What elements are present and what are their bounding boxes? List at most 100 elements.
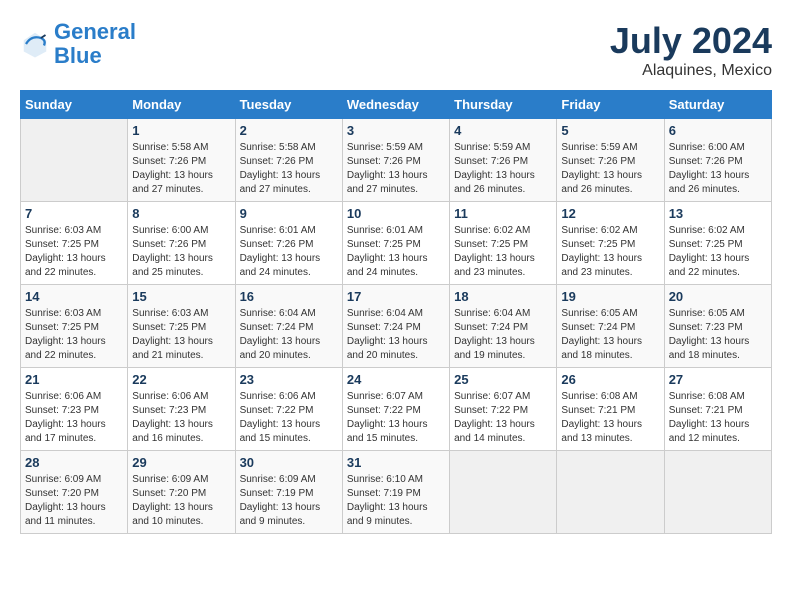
calendar-cell: 5 Sunrise: 5:59 AMSunset: 7:26 PMDaylight…	[557, 119, 664, 202]
day-info: Sunrise: 6:04 AMSunset: 7:24 PMDaylight:…	[454, 307, 552, 363]
calendar-week-1: 1 Sunrise: 5:58 AMSunset: 7:26 PMDaylight…	[21, 119, 772, 202]
day-info: Sunrise: 6:05 AMSunset: 7:23 PMDaylight:…	[669, 307, 767, 363]
calendar-cell: 27 Sunrise: 6:08 AMSunset: 7:21 PMDayligh…	[664, 368, 771, 451]
day-info: Sunrise: 6:06 AMSunset: 7:23 PMDaylight:…	[25, 390, 123, 446]
calendar-cell: 4Sunrise: 5:59 AMSunset: 7:26 PMDaylight…	[450, 119, 557, 202]
day-number: 29	[132, 455, 230, 470]
calendar-cell: 19 Sunrise: 6:05 AMSunset: 7:24 PMDayligh…	[557, 285, 664, 368]
day-info: Sunrise: 6:06 AMSunset: 7:22 PMDaylight:…	[240, 390, 338, 446]
logo-line2: Blue	[54, 43, 102, 68]
day-number: 16	[240, 289, 338, 304]
calendar-cell: 15 Sunrise: 6:03 AMSunset: 7:25 PMDayligh…	[128, 285, 235, 368]
day-number: 28	[25, 455, 123, 470]
calendar-cell: 23 Sunrise: 6:06 AMSunset: 7:22 PMDayligh…	[235, 368, 342, 451]
col-friday: Friday	[557, 91, 664, 119]
day-number: 12	[561, 206, 659, 221]
day-info: Sunrise: 6:02 AMSunset: 7:25 PMDaylight:…	[561, 224, 659, 280]
day-info: Sunrise: 6:03 AMSunset: 7:25 PMDaylight:…	[25, 224, 123, 280]
calendar-cell: 7 Sunrise: 6:03 AMSunset: 7:25 PMDaylight…	[21, 202, 128, 285]
day-info: Sunrise: 6:03 AMSunset: 7:25 PMDaylight:…	[132, 307, 230, 363]
day-info: Sunrise: 6:00 AMSunset: 7:26 PMDaylight:…	[132, 224, 230, 280]
title-block: July 2024 Alaquines, Mexico	[610, 20, 772, 80]
day-info: Sunrise: 5:58 AMSunset: 7:26 PMDaylight:…	[132, 141, 230, 197]
day-number: 13	[669, 206, 767, 221]
calendar-cell: 12 Sunrise: 6:02 AMSunset: 7:25 PMDayligh…	[557, 202, 664, 285]
day-number: 25	[454, 372, 552, 387]
calendar-cell: 14 Sunrise: 6:03 AMSunset: 7:25 PMDayligh…	[21, 285, 128, 368]
day-number: 7	[25, 206, 123, 221]
day-info: Sunrise: 6:03 AMSunset: 7:25 PMDaylight:…	[25, 307, 123, 363]
calendar-cell: 16Sunrise: 6:04 AMSunset: 7:24 PMDayligh…	[235, 285, 342, 368]
col-sunday: Sunday	[21, 91, 128, 119]
day-number: 15	[132, 289, 230, 304]
day-info: Sunrise: 6:07 AMSunset: 7:22 PMDaylight:…	[347, 390, 445, 446]
day-number: 24	[347, 372, 445, 387]
calendar-header: Sunday Monday Tuesday Wednesday Thursday…	[21, 91, 772, 119]
day-info: Sunrise: 6:08 AMSunset: 7:21 PMDaylight:…	[669, 390, 767, 446]
calendar-cell: 30Sunrise: 6:09 AMSunset: 7:19 PMDayligh…	[235, 451, 342, 534]
day-number: 21	[25, 372, 123, 387]
calendar-cell: 17Sunrise: 6:04 AMSunset: 7:24 PMDayligh…	[342, 285, 449, 368]
calendar-cell: 28 Sunrise: 6:09 AMSunset: 7:20 PMDayligh…	[21, 451, 128, 534]
calendar-cell: 1 Sunrise: 5:58 AMSunset: 7:26 PMDaylight…	[128, 119, 235, 202]
col-thursday: Thursday	[450, 91, 557, 119]
day-number: 9	[240, 206, 338, 221]
calendar-cell	[21, 119, 128, 202]
day-info: Sunrise: 5:59 AMSunset: 7:26 PMDaylight:…	[454, 141, 552, 197]
day-number: 20	[669, 289, 767, 304]
calendar-cell	[450, 451, 557, 534]
day-number: 5	[561, 123, 659, 138]
calendar-cell: 10 Sunrise: 6:01 AMSunset: 7:25 PMDayligh…	[342, 202, 449, 285]
calendar-cell: 21 Sunrise: 6:06 AMSunset: 7:23 PMDayligh…	[21, 368, 128, 451]
day-info: Sunrise: 6:01 AMSunset: 7:26 PMDaylight:…	[240, 224, 338, 280]
day-number: 23	[240, 372, 338, 387]
day-info: Sunrise: 6:09 AMSunset: 7:20 PMDaylight:…	[132, 473, 230, 529]
day-number: 19	[561, 289, 659, 304]
calendar-cell: 31 Sunrise: 6:10 AMSunset: 7:19 PMDayligh…	[342, 451, 449, 534]
day-number: 10	[347, 206, 445, 221]
calendar-cell: 9 Sunrise: 6:01 AMSunset: 7:26 PMDaylight…	[235, 202, 342, 285]
day-number: 14	[25, 289, 123, 304]
calendar-cell: 25 Sunrise: 6:07 AMSunset: 7:22 PMDayligh…	[450, 368, 557, 451]
main-title: July 2024	[610, 20, 772, 62]
calendar-cell: 20 Sunrise: 6:05 AMSunset: 7:23 PMDayligh…	[664, 285, 771, 368]
calendar-table: Sunday Monday Tuesday Wednesday Thursday…	[20, 90, 772, 534]
logo: General Blue	[20, 20, 136, 68]
calendar-cell: 13 Sunrise: 6:02 AMSunset: 7:25 PMDayligh…	[664, 202, 771, 285]
subtitle: Alaquines, Mexico	[610, 62, 772, 80]
calendar-cell: 8 Sunrise: 6:00 AMSunset: 7:26 PMDaylight…	[128, 202, 235, 285]
day-number: 30	[240, 455, 338, 470]
day-number: 8	[132, 206, 230, 221]
day-info: Sunrise: 6:02 AMSunset: 7:25 PMDaylight:…	[669, 224, 767, 280]
calendar-week-5: 28 Sunrise: 6:09 AMSunset: 7:20 PMDayligh…	[21, 451, 772, 534]
calendar-cell: 6 Sunrise: 6:00 AMSunset: 7:26 PMDaylight…	[664, 119, 771, 202]
day-number: 27	[669, 372, 767, 387]
day-info: Sunrise: 6:05 AMSunset: 7:24 PMDaylight:…	[561, 307, 659, 363]
day-info: Sunrise: 6:07 AMSunset: 7:22 PMDaylight:…	[454, 390, 552, 446]
col-tuesday: Tuesday	[235, 91, 342, 119]
day-number: 11	[454, 206, 552, 221]
calendar-cell	[664, 451, 771, 534]
day-info: Sunrise: 5:59 AMSunset: 7:26 PMDaylight:…	[561, 141, 659, 197]
day-number: 17	[347, 289, 445, 304]
calendar-cell: 3 Sunrise: 5:59 AMSunset: 7:26 PMDaylight…	[342, 119, 449, 202]
day-info: Sunrise: 6:00 AMSunset: 7:26 PMDaylight:…	[669, 141, 767, 197]
page-header: General Blue July 2024 Alaquines, Mexico	[20, 20, 772, 80]
calendar-cell: 11Sunrise: 6:02 AMSunset: 7:25 PMDayligh…	[450, 202, 557, 285]
col-wednesday: Wednesday	[342, 91, 449, 119]
day-number: 6	[669, 123, 767, 138]
day-number: 3	[347, 123, 445, 138]
days-of-week-row: Sunday Monday Tuesday Wednesday Thursday…	[21, 91, 772, 119]
calendar-week-3: 14 Sunrise: 6:03 AMSunset: 7:25 PMDayligh…	[21, 285, 772, 368]
day-info: Sunrise: 5:58 AMSunset: 7:26 PMDaylight:…	[240, 141, 338, 197]
day-info: Sunrise: 6:10 AMSunset: 7:19 PMDaylight:…	[347, 473, 445, 529]
day-number: 1	[132, 123, 230, 138]
day-number: 31	[347, 455, 445, 470]
day-info: Sunrise: 6:06 AMSunset: 7:23 PMDaylight:…	[132, 390, 230, 446]
day-info: Sunrise: 6:09 AMSunset: 7:20 PMDaylight:…	[25, 473, 123, 529]
day-info: Sunrise: 6:01 AMSunset: 7:25 PMDaylight:…	[347, 224, 445, 280]
day-number: 18	[454, 289, 552, 304]
day-number: 26	[561, 372, 659, 387]
day-info: Sunrise: 5:59 AMSunset: 7:26 PMDaylight:…	[347, 141, 445, 197]
calendar-cell: 24 Sunrise: 6:07 AMSunset: 7:22 PMDayligh…	[342, 368, 449, 451]
